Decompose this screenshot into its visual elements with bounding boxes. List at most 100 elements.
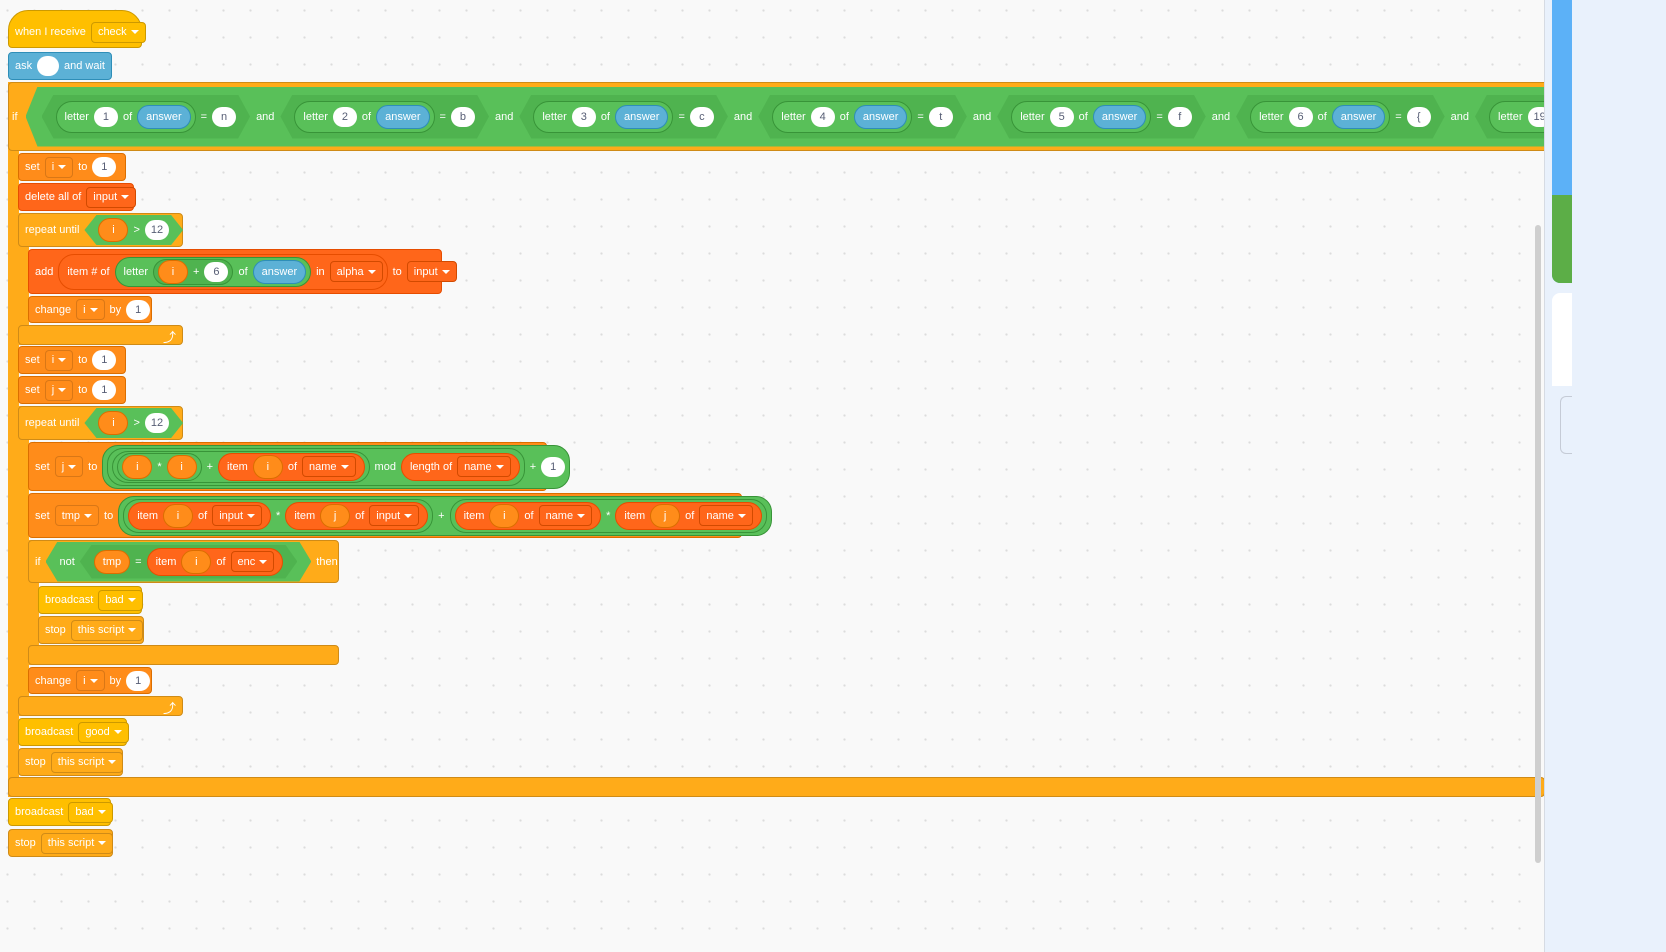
item-of-reporter[interactable]: item i of enc xyxy=(147,548,284,576)
index-input[interactable]: 5 xyxy=(1050,107,1074,127)
multiply-reporter[interactable]: item i of input * item j of input xyxy=(123,498,434,533)
stop-block[interactable]: stop this script xyxy=(8,829,114,857)
equals-condition[interactable]: letter 3 of answer = c xyxy=(519,95,728,139)
list-dropdown[interactable]: enc xyxy=(231,551,275,572)
variable-reporter[interactable]: i xyxy=(158,259,189,284)
message-dropdown[interactable]: bad xyxy=(98,589,143,611)
answer-reporter[interactable]: answer xyxy=(1332,105,1385,129)
plus-reporter[interactable]: item i of input * item j of input + item i of nam… xyxy=(118,495,772,536)
variable-reporter[interactable]: i xyxy=(166,454,197,479)
set-i-block[interactable]: set i to 1 xyxy=(18,346,126,374)
variable-reporter[interactable]: i xyxy=(252,454,283,479)
greater-than-condition[interactable]: i > 12 xyxy=(84,408,183,438)
variable-reporter[interactable]: tmp xyxy=(94,550,130,574)
variable-dropdown[interactable]: i xyxy=(44,349,74,371)
value-input[interactable]: 1 xyxy=(126,299,151,320)
add-to-list-block[interactable]: add item # of letter i + 6 of answer in … xyxy=(28,249,457,294)
ask-block[interactable]: ask and wait xyxy=(8,52,112,80)
stop-option-dropdown[interactable]: this script xyxy=(40,832,114,854)
answer-reporter[interactable]: answer xyxy=(137,105,190,129)
index-input[interactable]: 6 xyxy=(1289,107,1313,127)
message-dropdown[interactable]: bad xyxy=(68,801,113,823)
answer-reporter[interactable]: answer xyxy=(1093,105,1146,129)
set-j-block[interactable]: set j to i * i + item i of name mod leng… xyxy=(28,442,571,491)
item-of-reporter[interactable]: item j of name xyxy=(615,501,762,530)
repeat-until-block[interactable]: repeat until i > 12 xyxy=(18,213,183,247)
and-condition[interactable]: letter 1 of answer = n and letter 2 of answer = b and… xyxy=(26,87,1546,147)
message-dropdown[interactable]: good xyxy=(78,721,129,743)
repeat-until-block[interactable]: repeat until i > 12 xyxy=(18,406,183,440)
variable-reporter[interactable]: j xyxy=(320,503,351,528)
set-tmp-block[interactable]: set tmp to item i of input * item j of input +… xyxy=(28,493,772,538)
equals-condition[interactable]: letter 5 of answer = f xyxy=(997,95,1206,139)
value-input[interactable]: 1 xyxy=(126,670,151,691)
if-then-block[interactable]: if not tmp = item i of enc then xyxy=(28,540,339,583)
answer-reporter[interactable]: answer xyxy=(615,105,668,129)
list-dropdown[interactable]: input xyxy=(369,505,420,526)
variable-reporter[interactable]: i xyxy=(163,503,193,528)
broadcast-block[interactable]: broadcast bad xyxy=(8,798,113,826)
equals-condition[interactable]: letter 1 of answer = n xyxy=(42,95,251,139)
variable-reporter[interactable]: i xyxy=(98,218,128,242)
equals-condition[interactable]: letter 6 of answer = { xyxy=(1236,95,1445,139)
value-input[interactable]: 12 xyxy=(145,220,169,240)
stop-option-dropdown[interactable]: this script xyxy=(50,751,124,773)
equals-condition[interactable]: letter19ofanswer= xyxy=(1475,95,1545,139)
letter-of-reporter[interactable]: letter 5 of answer xyxy=(1011,101,1151,133)
value-input[interactable]: n xyxy=(212,107,236,127)
list-dropdown[interactable]: input xyxy=(86,186,137,208)
stop-option-dropdown[interactable]: this script xyxy=(70,619,144,641)
list-dropdown[interactable]: input xyxy=(212,505,263,526)
variable-reporter[interactable]: i xyxy=(489,503,520,528)
message-dropdown[interactable]: check xyxy=(90,21,146,43)
index-input[interactable]: 1 xyxy=(94,107,118,127)
value-input[interactable]: 1 xyxy=(92,380,117,400)
value-input[interactable]: 6 xyxy=(204,261,229,282)
stage-preview[interactable] xyxy=(1552,0,1572,283)
value-input[interactable]: { xyxy=(1407,107,1431,127)
plus-reporter[interactable]: i * i + item i of name xyxy=(112,450,370,483)
variable-dropdown[interactable]: tmp xyxy=(54,505,100,526)
index-input[interactable]: 3 xyxy=(572,107,596,127)
item-number-reporter[interactable]: item # of letter i + 6 of answer in alph… xyxy=(58,253,388,290)
value-input[interactable]: 1 xyxy=(92,350,117,370)
value-input[interactable]: f xyxy=(1168,107,1192,127)
value-input[interactable]: 12 xyxy=(145,413,169,433)
value-input[interactable]: b xyxy=(451,107,475,127)
list-dropdown[interactable]: name xyxy=(538,505,593,526)
list-dropdown[interactable]: name xyxy=(302,456,356,477)
variable-dropdown[interactable]: j xyxy=(54,456,84,477)
vertical-scrollbar[interactable] xyxy=(1535,225,1541,863)
letter-of-reporter[interactable]: letter 3 of answer xyxy=(533,101,673,133)
question-input[interactable] xyxy=(37,56,60,76)
variable-dropdown[interactable]: i xyxy=(76,670,105,691)
not-condition[interactable]: not tmp = item i of enc xyxy=(46,542,312,582)
letter-of-reporter[interactable]: letter19ofanswer xyxy=(1489,101,1545,133)
variable-dropdown[interactable]: i xyxy=(76,299,105,320)
stop-block[interactable]: stop this script xyxy=(18,748,124,776)
broadcast-block[interactable]: broadcast bad xyxy=(38,586,143,614)
plus-reporter[interactable]: i * i + item i of name mod length of nam… xyxy=(102,444,571,489)
list-dropdown[interactable]: name xyxy=(457,456,511,477)
letter-of-reporter[interactable]: letter 4 of answer xyxy=(772,101,912,133)
variable-dropdown[interactable]: i xyxy=(44,156,74,178)
value-input[interactable]: t xyxy=(929,107,953,127)
item-of-reporter[interactable]: item i of name xyxy=(454,501,602,530)
greater-than-condition[interactable]: i > 12 xyxy=(84,215,183,245)
answer-reporter[interactable]: answer xyxy=(854,105,907,129)
equals-condition[interactable]: letter 4 of answer = t xyxy=(758,95,967,139)
set-j-block[interactable]: set j to 1 xyxy=(18,376,126,404)
length-of-reporter[interactable]: length of name xyxy=(400,452,520,481)
plus-reporter[interactable]: i + 6 xyxy=(153,258,234,285)
variable-reporter[interactable]: i xyxy=(181,550,211,574)
letter-of-reporter[interactable]: letter 2 of answer xyxy=(294,101,434,133)
item-of-reporter[interactable]: item i of input xyxy=(128,501,272,530)
list-dropdown[interactable]: input xyxy=(406,261,457,282)
stop-block[interactable]: stop this script xyxy=(38,616,144,644)
answer-reporter[interactable]: answer xyxy=(252,259,307,284)
list-dropdown[interactable]: name xyxy=(699,505,753,526)
multiply-reporter[interactable]: item i of name * item j of name xyxy=(449,498,767,533)
letter-of-reporter[interactable]: letter 6 of answer xyxy=(1250,101,1390,133)
value-input[interactable]: c xyxy=(690,107,714,127)
value-input[interactable]: 1 xyxy=(541,456,566,477)
